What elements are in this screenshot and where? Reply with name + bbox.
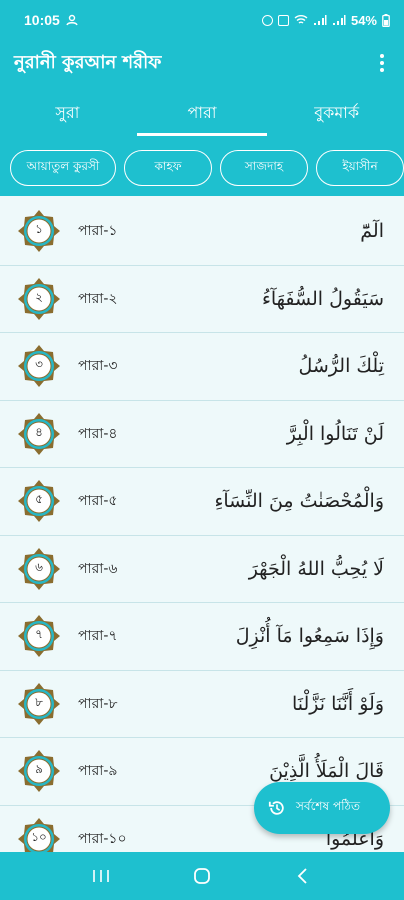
para-number-badge: ৩: [16, 343, 62, 389]
para-number: ৩: [35, 357, 43, 372]
para-arabic-title: وَإِذَا سَمِعُوا مَآ أُنْزِلَ: [235, 625, 384, 648]
para-row[interactable]: ৮ পারা-৮ وَلَوْ أَنَّنَا نَزَّلْنَا: [0, 670, 404, 738]
chip-yaseen[interactable]: ইয়াসীন: [316, 150, 404, 186]
overflow-menu-icon[interactable]: [374, 48, 390, 78]
para-number: ৭: [35, 627, 43, 642]
status-bar: 10:05 54%: [0, 0, 404, 40]
para-number-badge: ১: [16, 208, 62, 254]
para-row[interactable]: ৪ পারা-৪ لَنْ تَنَالُوا الْبِرَّ: [0, 400, 404, 468]
para-number-badge: ২: [16, 276, 62, 322]
history-icon: [268, 801, 284, 815]
battery-icon: [382, 13, 390, 27]
para-row[interactable]: ৫ পারা-৫ وَالْمُحْصَنٰتُ مِنَ النِّسَآءِ: [0, 468, 404, 536]
status-time: 10:05: [24, 12, 60, 28]
para-label: পারা-৫: [78, 493, 118, 510]
para-arabic-title: وَالْمُحْصَنٰتُ مِنَ النِّسَآءِ: [214, 490, 384, 513]
tab-bookmark[interactable]: বুকমার্ক: [269, 86, 404, 140]
system-nav-bar: [0, 852, 404, 900]
tab-sura[interactable]: সুরা: [0, 86, 135, 140]
para-number: ৯: [35, 762, 43, 777]
signal-icon: [313, 15, 327, 25]
para-number-badge: ৫: [16, 478, 62, 524]
para-arabic-title: سَيَقُولُ السُّفَهَآءُ: [261, 287, 384, 310]
para-row[interactable]: ১ পারা-১ الٓمّٓ: [0, 198, 404, 266]
last-read-label: সর্বশেষ পঠিত: [296, 799, 360, 813]
wifi-icon: [294, 15, 308, 24]
para-arabic-title: قَالَ الْمَلَأُ الَّذِيْنَ: [269, 760, 384, 783]
para-label: পারা-৪: [78, 425, 118, 442]
para-list: ১ পারা-১ الٓمّٓ ২ পারা-২ سَيَقُولُ السُّ…: [0, 198, 404, 852]
tab-para[interactable]: পারা: [135, 86, 270, 140]
para-number: ৮: [35, 694, 43, 709]
para-label: পারা-৭: [78, 628, 118, 645]
app-bar: নুরানী কুরআন শরীফ: [0, 40, 404, 86]
para-number: ১০: [31, 829, 47, 844]
para-number-badge: ৭: [16, 613, 62, 659]
person-icon: [66, 14, 78, 26]
para-row[interactable]: ৩ পারা-৩ تِلْكَ الرُّسُلُ: [0, 333, 404, 401]
sync-icon: [261, 14, 273, 26]
para-label: পারা-১০: [78, 830, 127, 847]
para-number-badge: ৬: [16, 546, 62, 592]
para-number-badge: ৪: [16, 411, 62, 457]
quick-chips: আয়াতুল কুরসী কাহফ সাজদাহ ইয়াসীন: [0, 140, 404, 196]
nfc-icon: [277, 14, 289, 26]
tab-bar: সুরা পারা বুকমার্ক: [0, 86, 404, 140]
last-read-button[interactable]: সর্বশেষ পঠিত: [254, 782, 390, 834]
para-arabic-title: وَلَوْ أَنَّنَا نَزَّلْنَا: [291, 692, 384, 715]
para-number-badge: ১০: [16, 816, 62, 852]
para-label: পারা-৩: [78, 358, 118, 375]
para-row[interactable]: ৭ পারা-৭ وَإِذَا سَمِعُوا مَآ أُنْزِلَ: [0, 603, 404, 671]
chip-ayatul-kursi[interactable]: আয়াতুল কুরসী: [10, 150, 116, 186]
para-label: পারা-২: [78, 290, 118, 307]
para-row[interactable]: ২ পারা-২ سَيَقُولُ السُّفَهَآءُ: [0, 265, 404, 333]
chip-sajdah[interactable]: সাজদাহ: [220, 150, 308, 186]
para-arabic-title: تِلْكَ الرُّسُلُ: [298, 355, 385, 378]
para-arabic-title: لَا يُحِبُّ اللهُ الْجَهْرَ: [248, 557, 384, 580]
para-number-badge: ৯: [16, 748, 62, 794]
para-arabic-title: الٓمّٓ: [360, 220, 384, 243]
recent-apps-icon[interactable]: [86, 861, 116, 891]
para-label: পারা-৮: [78, 695, 118, 712]
para-arabic-title: لَنْ تَنَالُوا الْبِرَّ: [286, 422, 384, 445]
para-label: পারা-৬: [78, 560, 118, 577]
home-icon[interactable]: [187, 861, 217, 891]
back-icon[interactable]: [288, 861, 318, 891]
para-label: পারা-৯: [78, 763, 118, 780]
signal-icon: [332, 15, 346, 25]
app-title: নুরানী কুরআন শরীফ: [14, 51, 162, 73]
para-number-badge: ৮: [16, 681, 62, 727]
para-row[interactable]: ৬ পারা-৬ لَا يُحِبُّ اللهُ الْجَهْرَ: [0, 535, 404, 603]
para-number: ১: [35, 222, 43, 237]
chip-kahf[interactable]: কাহফ: [124, 150, 212, 186]
para-label: পারা-১: [78, 223, 118, 240]
battery-level: 54%: [350, 12, 377, 28]
para-number: ৫: [35, 492, 43, 507]
para-number: ২: [35, 289, 43, 304]
para-number: ৪: [35, 424, 43, 439]
para-number: ৬: [35, 559, 43, 574]
